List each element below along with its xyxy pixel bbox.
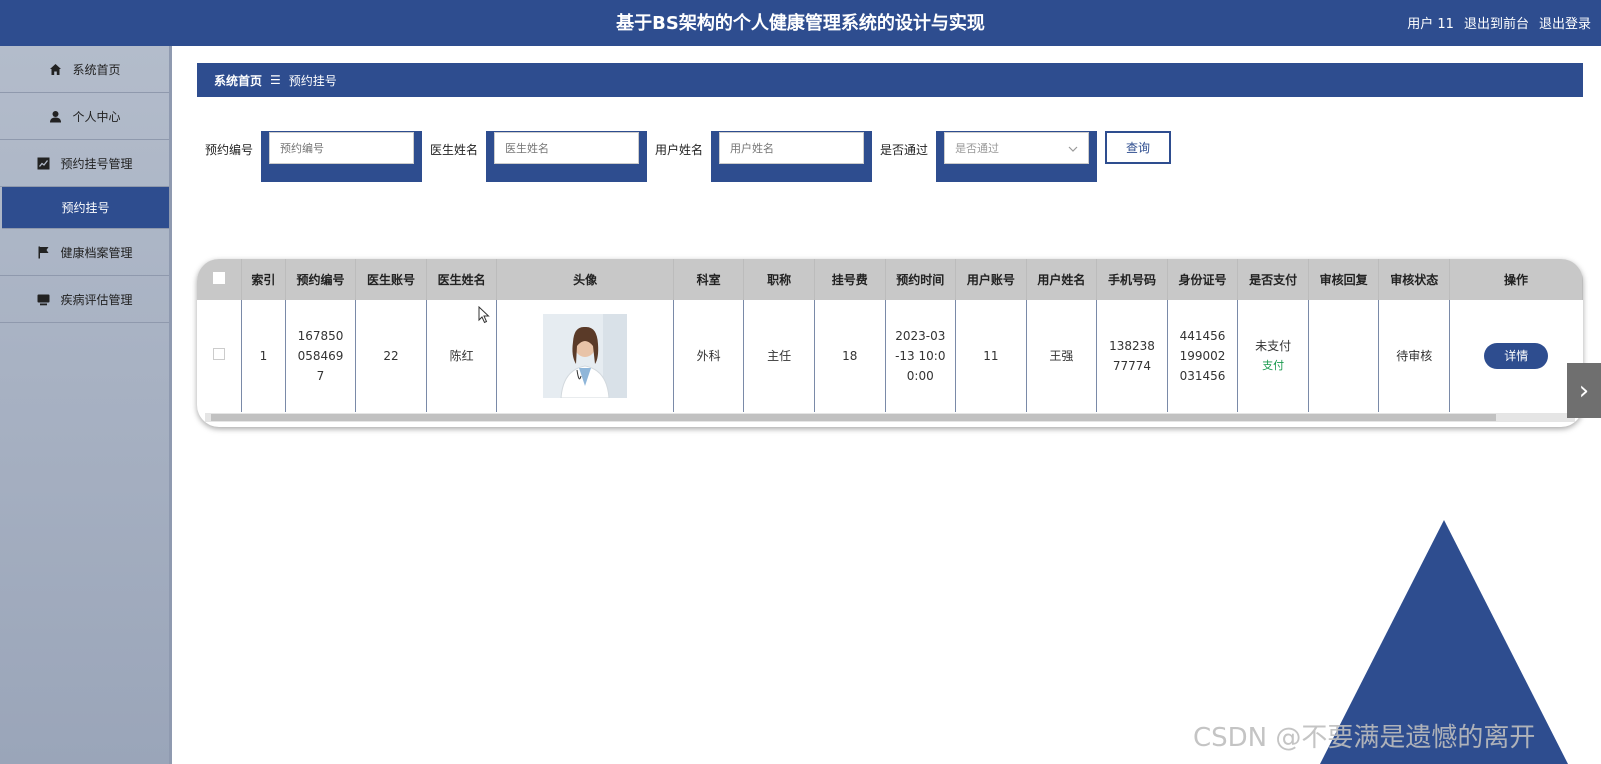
column-header: 是否支付: [1237, 259, 1309, 300]
cell-department: 外科: [673, 300, 745, 412]
sidebar-item-label: 预约挂号: [61, 201, 110, 215]
doctor-name-box: [486, 131, 648, 182]
cell-fee: 18: [814, 300, 886, 412]
user-icon: [48, 109, 62, 123]
column-header: 审核回复: [1308, 259, 1380, 300]
chevron-down-icon: [1068, 142, 1078, 155]
breadcrumb: 系统首页 ☰ 预约挂号: [197, 63, 1583, 97]
approved-select[interactable]: 是否通过: [944, 132, 1090, 164]
column-header: 操作: [1449, 259, 1583, 300]
current-user: 用户 11: [1407, 17, 1454, 32]
cell-user-name: 王强: [1026, 300, 1098, 412]
column-header: 预约时间: [885, 259, 957, 300]
appointment-no-label: 预约编号: [205, 143, 254, 157]
detail-button[interactable]: 详情: [1484, 343, 1549, 369]
column-header: 手机号码: [1096, 259, 1168, 300]
column-header: 头像: [496, 259, 674, 300]
cell-paid-status: 未支付 支付: [1237, 300, 1309, 412]
doctor-name-label: 医生姓名: [430, 143, 479, 157]
sidebar-item-label: 疾病评估管理: [60, 292, 133, 307]
chart-icon: [36, 156, 50, 170]
sidebar-item-health-records[interactable]: 健康档案管理: [0, 229, 169, 276]
breadcrumb-home[interactable]: 系统首页: [214, 72, 262, 89]
monitor-icon: [36, 292, 50, 306]
pay-link[interactable]: 支付: [1238, 356, 1308, 376]
select-all-checkbox[interactable]: [213, 272, 226, 284]
column-header: 身份证号: [1167, 259, 1239, 300]
exit-to-front-link[interactable]: 退出到前台: [1464, 13, 1529, 32]
cell-index: 1: [241, 300, 286, 412]
breadcrumb-current: 预约挂号: [288, 73, 337, 88]
sidebar-item-home[interactable]: 系统首页: [0, 46, 169, 93]
home-icon: [48, 62, 62, 76]
column-header: 审核状态: [1378, 259, 1450, 300]
cell-id-card: 441456199002031456: [1167, 300, 1239, 412]
watermark: CSDN @不要满是遗憾的离开: [1193, 723, 1536, 753]
logout-link[interactable]: 退出登录: [1539, 13, 1591, 32]
sidebar-item-label: 系统首页: [72, 62, 121, 77]
cell-appointment-no: 1678500584697: [285, 300, 357, 412]
horizontal-scrollbar[interactable]: [205, 413, 1575, 422]
row-checkbox[interactable]: [213, 348, 226, 360]
sidebar-item-label: 预约挂号管理: [60, 156, 133, 171]
sidebar-item-disease-assessment[interactable]: 疾病评估管理: [0, 276, 169, 323]
table-header-row: 索引 预约编号 医生账号 医生姓名 头像 科室 职称 挂号费 预约时间 用户账号…: [197, 259, 1583, 300]
row-select-cell: [197, 300, 243, 412]
column-header: 医生姓名: [426, 259, 498, 300]
appointment-table-container: 索引 预约编号 医生账号 医生姓名 头像 科室 职称 挂号费 预约时间 用户账号…: [197, 259, 1583, 427]
sidebar-item-appointment[interactable]: 预约挂号: [2, 187, 169, 229]
appointment-time-text: 2023-03-13 10:00:00: [895, 329, 946, 383]
sidebar-item-personal-center[interactable]: 个人中心: [0, 93, 169, 140]
appointment-no-text: 1678500584697: [297, 329, 344, 383]
sidebar: 系统首页 个人中心 预约挂号管理 预约挂号 健康档案管理 疾病评估管理: [0, 46, 172, 764]
doctor-avatar-image: [543, 314, 628, 398]
select-all-cell: [197, 259, 243, 300]
approved-box: 是否通过: [936, 131, 1098, 182]
cell-user-account: 11: [955, 300, 1027, 412]
column-header: 用户账号: [955, 259, 1027, 300]
chevron-right-icon[interactable]: ›: [1567, 363, 1601, 418]
approved-label: 是否通过: [880, 143, 929, 157]
cell-review-reply: [1308, 300, 1380, 412]
cell-doctor-account: 22: [355, 300, 427, 412]
column-header: 索引: [241, 259, 286, 300]
query-button[interactable]: 查询: [1105, 131, 1172, 164]
appointment-no-box: [261, 131, 423, 182]
user-name-box: [711, 131, 873, 182]
column-header: 科室: [673, 259, 745, 300]
appointment-table: 索引 预约编号 医生账号 医生姓名 头像 科室 职称 挂号费 预约时间 用户账号…: [197, 259, 1583, 412]
paid-status-text: 未支付: [1255, 339, 1292, 353]
top-header: 基于BS架构的个人健康管理系统的设计与实现 用户 11 退出到前台 退出登录: [0, 0, 1601, 46]
cell-appointment-time: 2023-03-13 10:00:00: [885, 300, 957, 412]
approved-select-placeholder: 是否通过: [955, 142, 1000, 155]
flag-icon: [36, 245, 50, 259]
cell-phone: 13823877774: [1096, 300, 1168, 412]
cell-title: 主任: [743, 300, 815, 412]
table-row: 1 1678500584697 22 陈红 外科 主任 18 2023-03-1…: [197, 300, 1583, 412]
app-title: 基于BS架构的个人健康管理系统的设计与实现: [616, 13, 985, 34]
cell-actions: 详情: [1450, 300, 1583, 412]
column-header: 用户姓名: [1026, 259, 1098, 300]
id-card-text: 441456199002031456: [1179, 329, 1226, 383]
user-name-label: 用户姓名: [655, 143, 704, 157]
sidebar-item-appointment-management[interactable]: 预约挂号管理: [0, 140, 169, 187]
sidebar-item-label: 个人中心: [72, 109, 121, 124]
cell-avatar: [496, 300, 674, 412]
doctor-name-input[interactable]: [494, 132, 640, 164]
user-name-input[interactable]: [719, 132, 865, 164]
cell-review-status: 待审核: [1378, 300, 1450, 412]
phone-text: 13823877774: [1109, 339, 1155, 373]
column-header: 医生账号: [355, 259, 427, 300]
appointment-no-input[interactable]: [269, 132, 415, 164]
top-links: 用户 11 退出到前台 退出登录: [1407, 13, 1591, 32]
column-header: 预约编号: [285, 259, 357, 300]
sidebar-item-label: 健康档案管理: [60, 245, 133, 260]
column-header: 职称: [743, 259, 815, 300]
breadcrumb-separator: ☰: [270, 73, 281, 87]
scrollbar-thumb[interactable]: [211, 414, 1496, 421]
column-header: 挂号费: [814, 259, 886, 300]
search-form: 预约编号 医生姓名 用户姓名 是否通过 是否通过 查询: [205, 131, 1172, 183]
